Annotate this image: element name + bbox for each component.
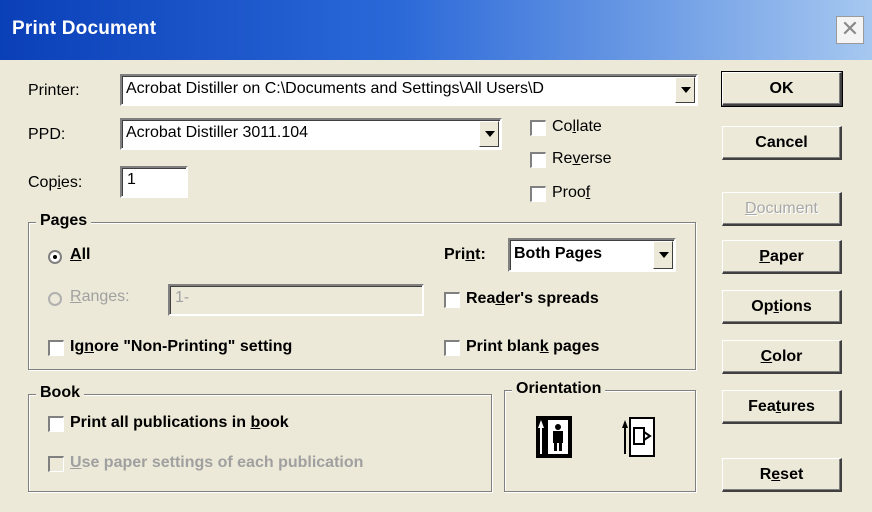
reset-button[interactable]: Reset xyxy=(722,458,842,492)
print-label: Print: xyxy=(444,246,486,263)
ranges-label[interactable]: Ranges: xyxy=(70,288,130,306)
copies-label: Copies: xyxy=(28,174,83,191)
printer-value: Acrobat Distiller on C:\Documents and Se… xyxy=(126,80,544,97)
ppd-select[interactable]: Acrobat Distiller 3011.104 xyxy=(120,118,502,150)
close-button[interactable]: ✕ xyxy=(836,16,864,44)
orientation-group xyxy=(504,390,696,492)
printer-select[interactable]: Acrobat Distiller on C:\Documents and Se… xyxy=(120,74,698,106)
readers-spreads-label[interactable]: Reader's spreads xyxy=(466,290,599,308)
ok-button[interactable]: OK xyxy=(721,71,843,107)
ranges-input[interactable]: 1- xyxy=(168,284,424,316)
collate-checkbox[interactable] xyxy=(530,120,546,136)
cancel-button[interactable]: Cancel xyxy=(722,126,842,160)
print-all-publications-label[interactable]: Print all publications in book xyxy=(70,414,289,432)
copies-value: 1 xyxy=(127,171,136,188)
book-group-title: Book xyxy=(36,384,84,402)
collate-label[interactable]: Collate xyxy=(552,118,602,136)
print-blank-label[interactable]: Print blank pages xyxy=(466,338,599,356)
use-paper-settings-checkbox[interactable] xyxy=(48,456,64,472)
all-radio[interactable] xyxy=(48,250,62,264)
landscape-page-icon[interactable] xyxy=(620,416,656,458)
close-icon: ✕ xyxy=(840,16,860,41)
use-paper-settings-label[interactable]: Use paper settings of each publication xyxy=(70,454,363,472)
chevron-down-icon[interactable] xyxy=(653,241,673,269)
all-label[interactable]: All xyxy=(70,246,90,264)
proof-checkbox[interactable] xyxy=(530,186,546,202)
features-button[interactable]: Features xyxy=(722,390,842,424)
ranges-radio[interactable] xyxy=(48,292,62,306)
print-blank-checkbox[interactable] xyxy=(444,340,460,356)
print-all-publications-checkbox[interactable] xyxy=(48,416,64,432)
chevron-down-icon[interactable] xyxy=(479,121,499,147)
chevron-down-icon[interactable] xyxy=(675,77,695,103)
book-group xyxy=(28,394,492,492)
proof-label[interactable]: Proof xyxy=(552,184,590,202)
color-button[interactable]: Color xyxy=(722,340,842,374)
ignore-nonprinting-label[interactable]: Ignore "Non-Printing" setting xyxy=(70,338,292,356)
ranges-value: 1- xyxy=(175,289,190,306)
pages-group-title: Pages xyxy=(36,212,92,230)
document-button[interactable]: Document xyxy=(722,192,842,226)
window-title: Print Document xyxy=(12,18,157,39)
reverse-label[interactable]: Reverse xyxy=(552,150,612,168)
ppd-value: Acrobat Distiller 3011.104 xyxy=(126,124,309,141)
printer-label: Printer: xyxy=(28,82,80,99)
paper-button[interactable]: Paper xyxy=(722,240,842,274)
portrait-page-icon[interactable] xyxy=(536,416,572,458)
reverse-checkbox[interactable] xyxy=(530,152,546,168)
readers-spreads-checkbox[interactable] xyxy=(444,292,460,308)
copies-input[interactable]: 1 xyxy=(120,166,188,198)
orientation-group-title: Orientation xyxy=(512,380,606,398)
options-button[interactable]: Options xyxy=(722,290,842,324)
ignore-nonprinting-checkbox[interactable] xyxy=(48,340,64,356)
ppd-label: PPD: xyxy=(28,126,66,143)
title-bar[interactable]: Print Document ✕ xyxy=(0,0,872,60)
print-pages-select[interactable]: Both Pages xyxy=(508,238,676,272)
print-pages-value: Both Pages xyxy=(514,245,603,262)
